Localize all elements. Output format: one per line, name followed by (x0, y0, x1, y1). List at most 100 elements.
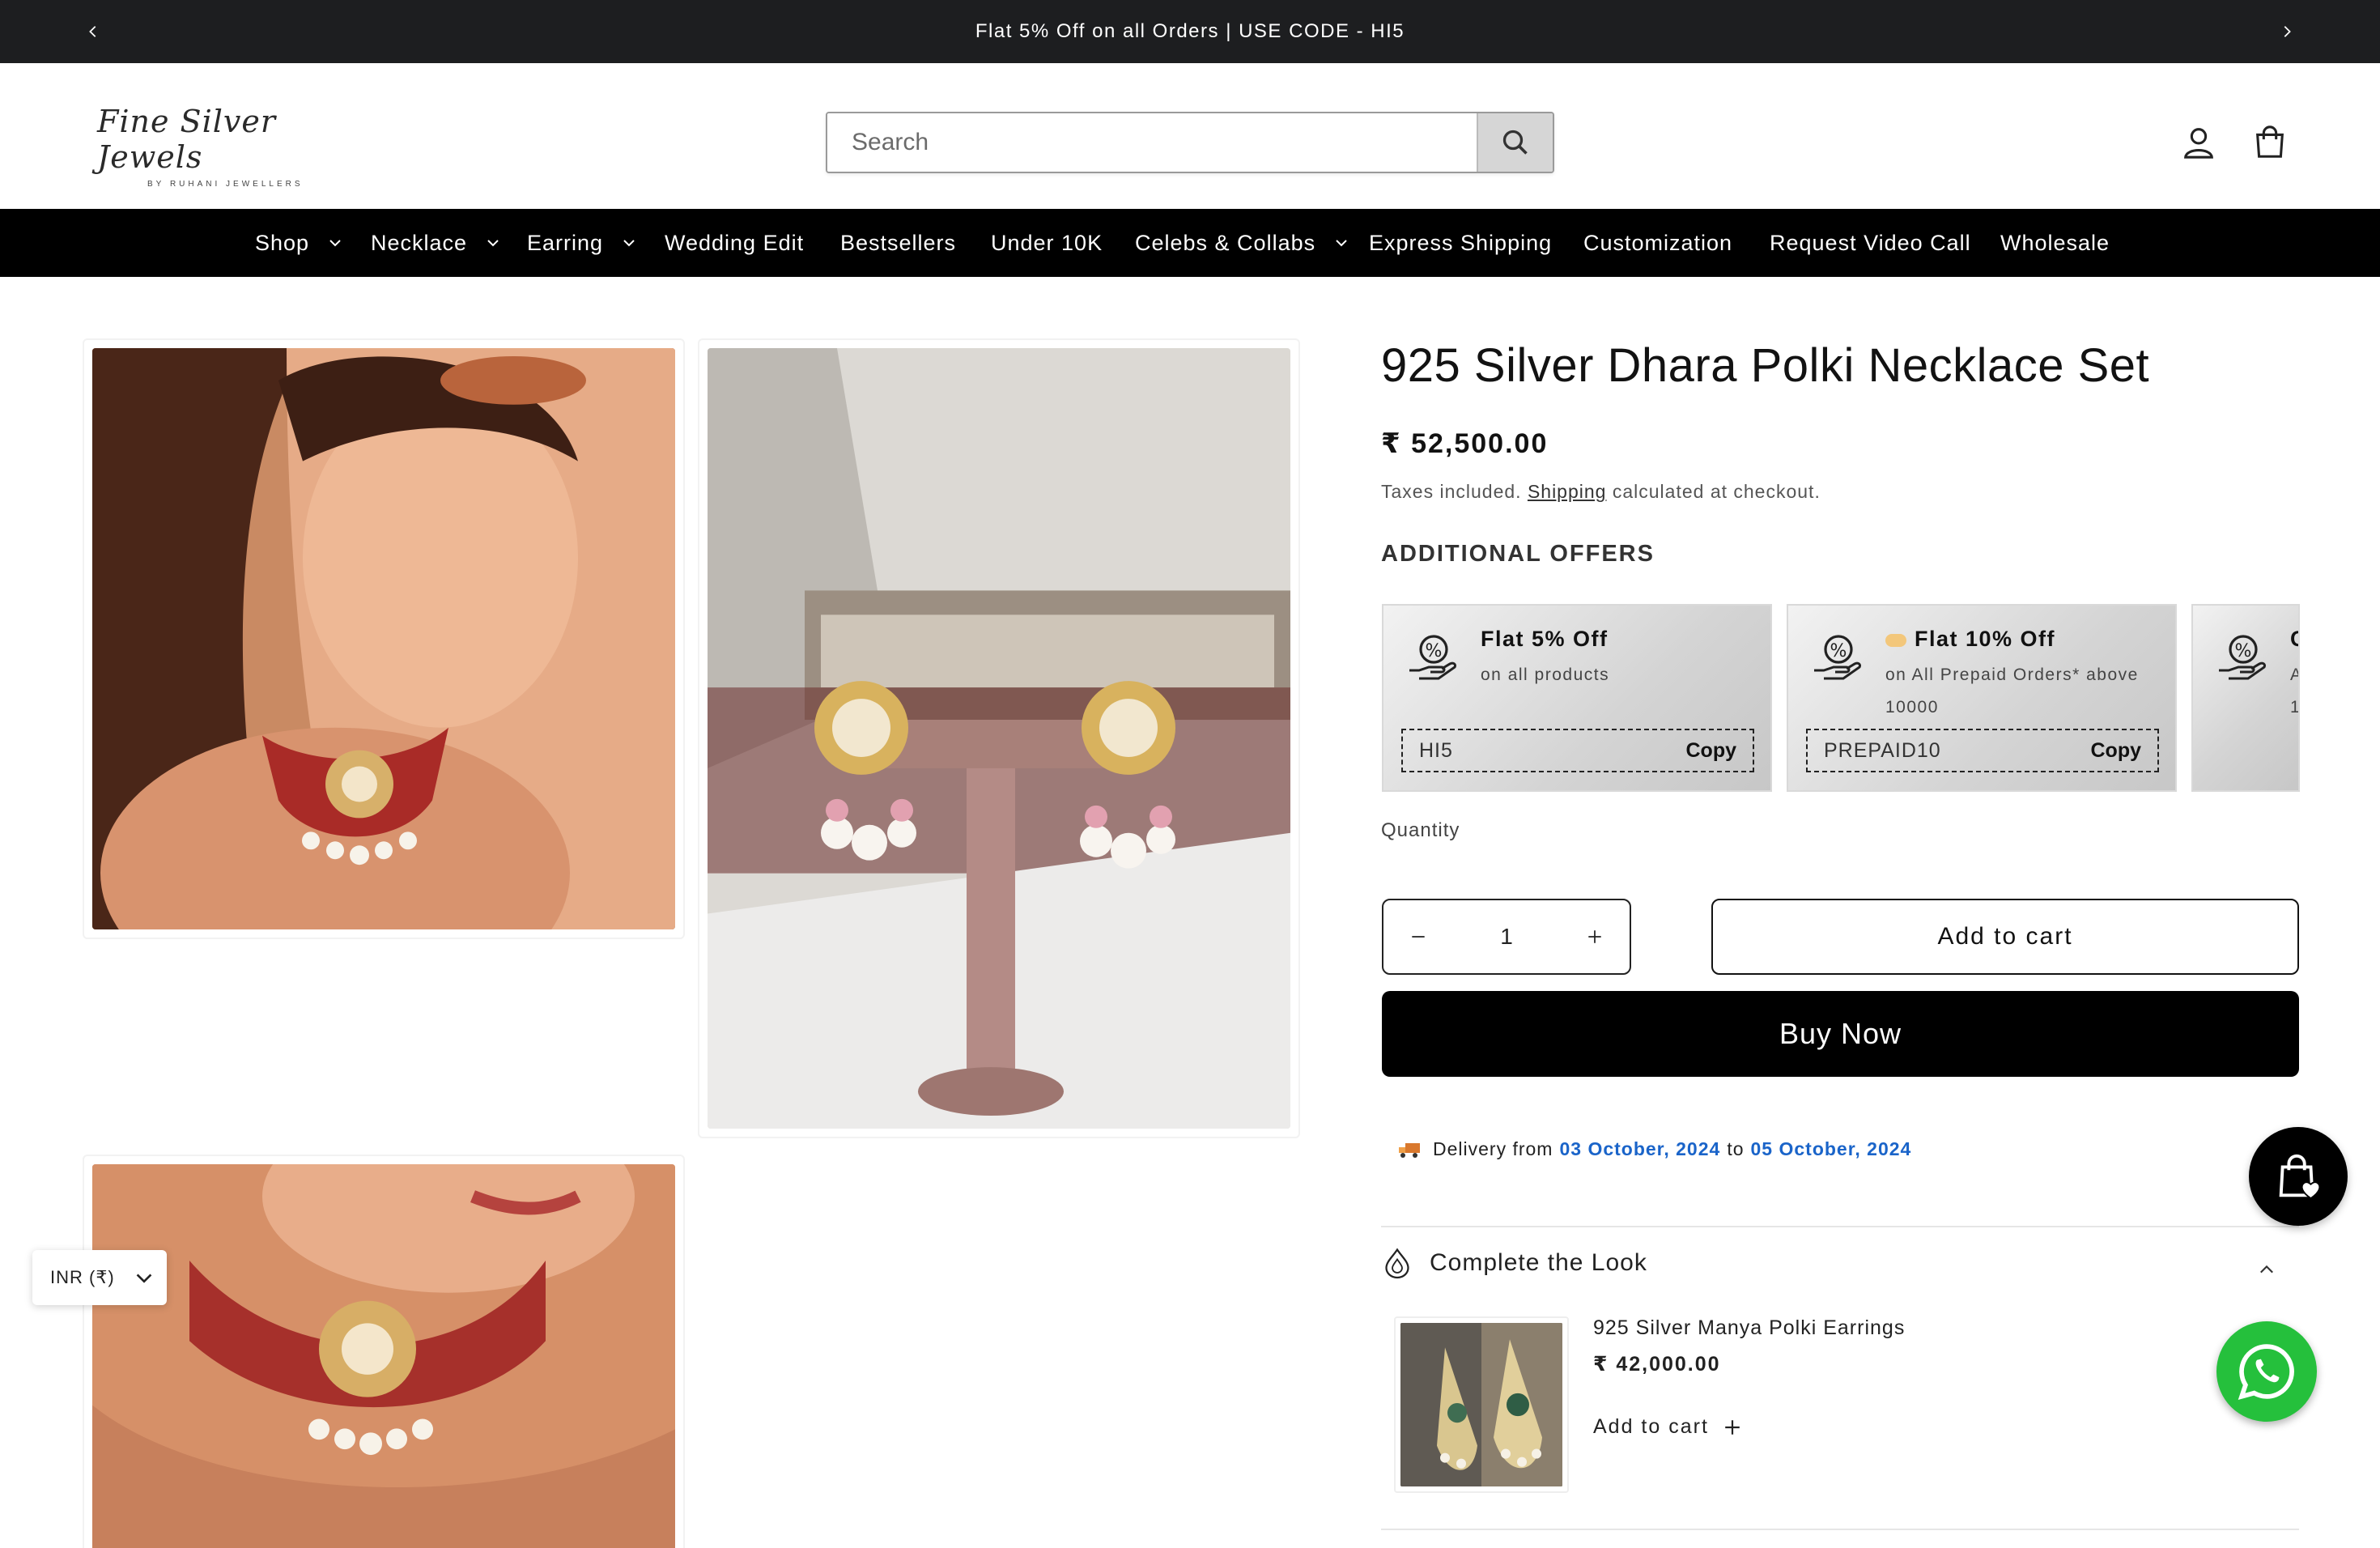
divider (1381, 1529, 2299, 1530)
earrings-display-illustration (708, 348, 1290, 1129)
truck-icon (1399, 1142, 1420, 1158)
offer-description: A1 (2290, 659, 2298, 724)
cart-button[interactable] (2249, 121, 2291, 164)
offer-code-box: HI5 Copy (1401, 729, 1754, 772)
user-icon (2184, 128, 2213, 159)
nav-item-express-shipping[interactable]: Express Shipping (1369, 209, 1552, 277)
cart-icon (2256, 125, 2284, 158)
nav-item-request-video-call[interactable]: Request Video Call (1770, 209, 1971, 277)
account-button[interactable] (2178, 121, 2220, 164)
decrease-quantity-button[interactable] (1383, 900, 1453, 973)
buy-now-button[interactable]: Buy Now (1382, 991, 2299, 1077)
delivery-to-date: 05 October, 2024 (1750, 1138, 1912, 1159)
announcement-text: Flat 5% Off on all Orders | USE CODE - H… (975, 20, 1405, 42)
delivery-mid: to (1727, 1138, 1745, 1159)
nav-label: Necklace (371, 230, 468, 255)
chevron-down-icon (136, 1274, 151, 1283)
shipping-link[interactable]: Shipping (1528, 481, 1607, 502)
nav-label: Bestsellers (840, 230, 957, 255)
whatsapp-icon (2238, 1344, 2294, 1401)
nav-item-bestsellers[interactable]: Bestsellers (840, 209, 956, 277)
model-necklace-illustration (92, 348, 675, 929)
quantity-input[interactable]: 1 (1500, 924, 1513, 950)
delivery-from-date: 03 October, 2024 (1559, 1138, 1721, 1159)
model-closeup-photo (92, 1164, 675, 1548)
plus-icon (1725, 1419, 1740, 1435)
svg-text:%: % (1426, 641, 1443, 661)
earrings-thumbnail (1400, 1323, 1562, 1486)
minus-icon (1412, 936, 1425, 938)
product-image-2[interactable] (698, 338, 1300, 1138)
announcement-bar: Flat 5% Off on all Orders | USE CODE - H… (0, 0, 2380, 63)
logo-script: Fine Silver Jewels (97, 104, 277, 175)
currency-selector[interactable]: INR (₹) (32, 1250, 167, 1305)
chevron-right-icon (2284, 26, 2291, 37)
nav-label: Celebs & Collabs (1135, 230, 1316, 255)
quantity-label: Quantity (1381, 819, 1460, 841)
shopping-bag-heart-icon (2279, 1154, 2321, 1200)
copy-code-button[interactable]: Copy (1686, 739, 1737, 763)
nav-item-necklace[interactable]: Necklace (371, 209, 501, 277)
recommended-product-image[interactable] (1394, 1316, 1569, 1493)
delivery-prefix: Delivery from (1433, 1138, 1553, 1159)
search-bar (826, 112, 1554, 173)
offer-title: C (2290, 627, 2298, 652)
earrings-thumbnail-illustration (1400, 1323, 1562, 1486)
chevron-down-icon (487, 240, 499, 247)
offer-description: on All Prepaid Orders* above 10000 (1885, 666, 2139, 717)
product-image-3[interactable] (83, 1155, 685, 1548)
offer-card: % Flat 5% Off on all products HI5 Copy (1382, 604, 1772, 792)
increase-quantity-button[interactable] (1560, 900, 1630, 973)
complete-the-look-toggle[interactable]: Complete the Look (1383, 1247, 1647, 1279)
nav-item-celebs-collabs[interactable]: Celebs & Collabs (1135, 209, 1349, 277)
announcement-prev-button[interactable] (69, 0, 117, 63)
currency-label: INR (₹) (50, 1267, 115, 1287)
chevron-up-icon[interactable] (2257, 1260, 2276, 1279)
nav-label: Under 10K (991, 230, 1103, 255)
logo-byline: BY RUHANI JEWELLERS (147, 180, 304, 189)
product-title: 925 Silver Dhara Polki Necklace Set (1381, 339, 2150, 392)
model-necklace-photo (92, 348, 675, 929)
search-input[interactable] (827, 113, 1477, 172)
announcement-next-button[interactable] (2263, 0, 2311, 63)
nav-item-wedding-edit[interactable]: Wedding Edit (665, 209, 804, 277)
search-button[interactable] (1477, 113, 1553, 172)
hand-emoji-icon (1885, 633, 1906, 647)
recommended-product-name[interactable]: 925 Silver Manya Polki Earrings (1593, 1316, 1905, 1340)
wishlist-bag-button[interactable] (2249, 1127, 2348, 1226)
whatsapp-chat-button[interactable] (2216, 1321, 2317, 1422)
nav-label: Shop (255, 230, 310, 255)
nav-item-earring[interactable]: Earring (527, 209, 637, 277)
nav-label: Earring (527, 230, 604, 255)
recommended-add-label: Add to cart (1593, 1415, 1709, 1438)
copy-code-button[interactable]: Copy (2091, 739, 2142, 763)
offer-card-partial[interactable]: % C A1 (2191, 604, 2300, 792)
site-header: Fine Silver Jewels BY RUHANI JEWELLERS (0, 63, 2380, 209)
nav-label: Express Shipping (1369, 230, 1553, 255)
recommended-product-price: ₹ 42,000.00 (1593, 1353, 1721, 1376)
add-to-cart-button[interactable]: Add to cart (1711, 899, 2299, 975)
product-image-1[interactable] (83, 338, 685, 939)
offer-code: HI5 (1419, 738, 1453, 762)
nav-item-under-10k[interactable]: Under 10K (991, 209, 1103, 277)
discount-hand-icon: % (1409, 635, 1456, 680)
nav-item-customization[interactable]: Customization (1583, 209, 1732, 277)
recommended-add-to-cart-button[interactable]: Add to cart (1593, 1415, 1741, 1439)
offer-description: on all products (1481, 666, 1610, 684)
site-logo[interactable]: Fine Silver Jewels BY RUHANI JEWELLERS (97, 104, 316, 189)
plus-icon (1588, 930, 1601, 943)
earrings-display-photo (708, 348, 1290, 1129)
chevron-down-icon (623, 240, 635, 247)
nav-item-wholesale[interactable]: Wholesale (2000, 209, 2110, 277)
svg-text:%: % (1830, 641, 1847, 661)
nav-label: Wedding Edit (665, 230, 805, 255)
tax-note-prefix: Taxes included. (1381, 481, 1522, 502)
chevron-left-icon (89, 26, 96, 37)
offer-card: % Flat 10% Off on All Prepaid Orders* ab… (1787, 604, 2177, 792)
discount-hand-icon: % (2219, 635, 2266, 680)
nav-item-shop[interactable]: Shop (255, 209, 343, 277)
product-price: ₹ 52,500.00 (1381, 428, 1549, 459)
model-closeup-illustration (92, 1164, 675, 1548)
svg-text:%: % (2235, 641, 2252, 661)
offer-title: Flat 10% Off (1885, 627, 2055, 652)
